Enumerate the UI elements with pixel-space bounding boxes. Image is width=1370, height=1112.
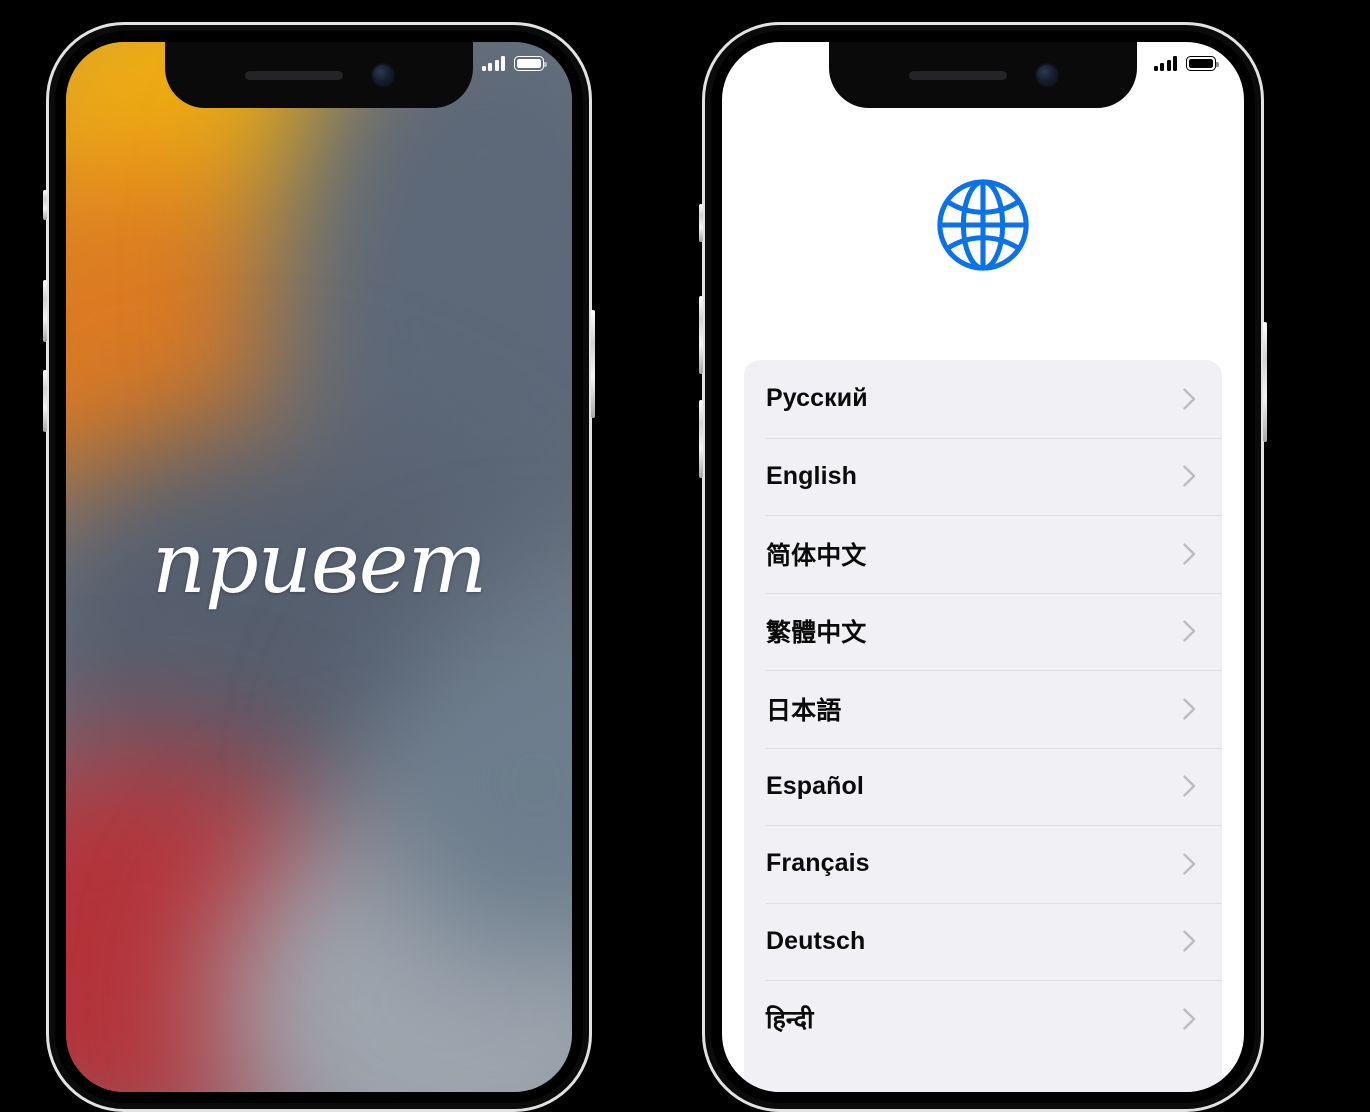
- language-row-german[interactable]: Deutsch: [744, 902, 1222, 981]
- chevron-right-icon: [1183, 1008, 1196, 1030]
- language-label: 日本語: [766, 696, 842, 725]
- language-label: हिन्दी: [766, 1005, 814, 1034]
- language-row-traditional-chinese[interactable]: 繁體中文: [744, 592, 1222, 671]
- right-phone-notch: [829, 42, 1137, 108]
- left-phone-screen: привет: [66, 42, 572, 1092]
- side-power-button[interactable]: [1263, 322, 1267, 442]
- left-phone-device: привет: [43, 22, 595, 1112]
- language-row-hindi[interactable]: हिन्दी: [744, 980, 1222, 1058]
- battery-full-icon: [1186, 56, 1219, 71]
- app-wordmark-text: привет: [151, 514, 487, 612]
- right-phone-device: Русский English 简体中文 繁體中文 日本語 Español Fr…: [699, 22, 1267, 1112]
- left-phone-notch: [165, 42, 473, 108]
- language-label: 繁體中文: [766, 619, 867, 648]
- language-label: Deutsch: [766, 926, 866, 955]
- language-row-english[interactable]: English: [744, 437, 1222, 516]
- cellular-signal-icon: [481, 56, 505, 71]
- battery-full-icon: [514, 56, 547, 71]
- chevron-right-icon: [1183, 620, 1196, 642]
- right-phone-status-bar: [1153, 56, 1219, 71]
- left-phone-status-bar: [481, 56, 547, 71]
- front-camera-icon: [1037, 65, 1057, 85]
- language-label: Русский: [766, 384, 868, 413]
- chevron-right-icon: [1183, 465, 1196, 487]
- right-phone-screen: Русский English 简体中文 繁體中文 日本語 Español Fr…: [722, 42, 1244, 1092]
- language-label: 简体中文: [766, 541, 867, 570]
- language-row-japanese[interactable]: 日本語: [744, 670, 1222, 748]
- mute-switch[interactable]: [43, 190, 47, 220]
- chevron-right-icon: [1183, 853, 1196, 875]
- chevron-right-icon: [1183, 543, 1196, 565]
- earpiece-speaker-icon: [245, 70, 343, 80]
- volume-up-button[interactable]: [699, 296, 703, 374]
- volume-down-button[interactable]: [43, 370, 47, 432]
- language-row-french[interactable]: Français: [744, 825, 1222, 903]
- scene-root: привет Русский English 简体中文 繁體中文 日本語 Esp…: [0, 0, 1370, 1112]
- language-label: English: [766, 461, 857, 490]
- chevron-right-icon: [1183, 930, 1196, 952]
- language-row-simplified-chinese[interactable]: 简体中文: [744, 515, 1222, 593]
- front-camera-icon: [373, 65, 393, 85]
- language-label: Français: [766, 849, 870, 878]
- cellular-signal-icon: [1153, 56, 1177, 71]
- volume-down-button[interactable]: [699, 400, 703, 478]
- volume-up-button[interactable]: [43, 280, 47, 342]
- chevron-right-icon: [1183, 698, 1196, 720]
- chevron-right-icon: [1183, 388, 1196, 410]
- side-power-button[interactable]: [591, 310, 595, 418]
- language-row-russian[interactable]: Русский: [744, 360, 1222, 438]
- earpiece-speaker-icon: [909, 70, 1007, 80]
- chevron-right-icon: [1183, 775, 1196, 797]
- language-selection-screen: Русский English 简体中文 繁體中文 日本語 Español Fr…: [722, 42, 1244, 1092]
- language-label: Español: [766, 771, 864, 800]
- language-row-spanish[interactable]: Español: [744, 747, 1222, 826]
- app-wordmark: привет: [66, 514, 572, 612]
- language-list-card[interactable]: Русский English 简体中文 繁體中文 日本語 Español Fr…: [744, 360, 1222, 1092]
- globe-icon: [937, 179, 1029, 271]
- mute-switch[interactable]: [699, 204, 703, 242]
